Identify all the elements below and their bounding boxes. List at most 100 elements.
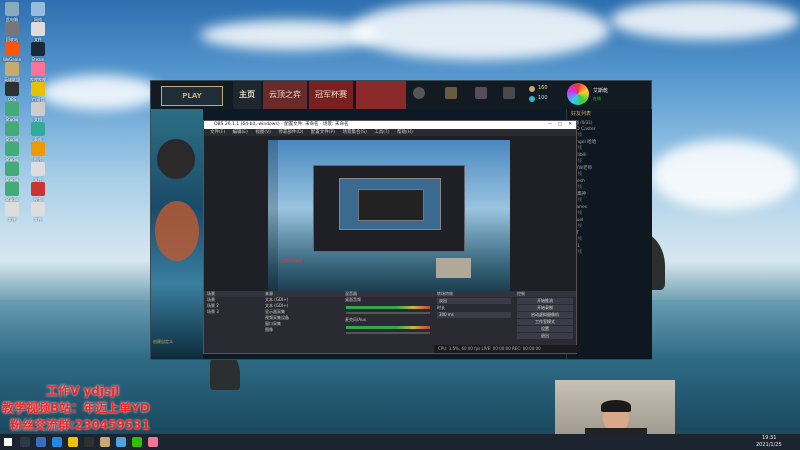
desktop-icon[interactable]: YY语音 bbox=[24, 82, 52, 102]
friend-item[interactable]: 1 鹰神 离线 bbox=[567, 192, 652, 204]
desktop-icon[interactable]: 哔哩哔哩 bbox=[24, 62, 52, 82]
desktop-icon[interactable]: OBS bbox=[0, 82, 26, 102]
friend-status: 离线 bbox=[573, 133, 582, 138]
desktop-icon[interactable]: 文件 bbox=[0, 202, 26, 222]
lol-taskbar-icon[interactable] bbox=[100, 437, 110, 447]
clock-time[interactable]: 19:31 bbox=[762, 435, 776, 441]
start-recording-button[interactable]: 开始录制 bbox=[517, 305, 573, 311]
desktop-icon[interactable]: WeGame bbox=[0, 42, 26, 62]
desktop-icon[interactable]: Studio bbox=[0, 182, 26, 202]
missions-icon[interactable] bbox=[503, 87, 515, 99]
friend-item[interactable]: Hanes 离线 bbox=[567, 205, 652, 217]
virtual-camera-button[interactable]: 启动虚拟摄像机 bbox=[517, 312, 573, 318]
friend-status: 离线 bbox=[573, 146, 582, 151]
desktop-icon[interactable]: 图片 bbox=[24, 142, 52, 162]
duration-input[interactable]: 300 ms bbox=[437, 312, 511, 318]
task-view-icon[interactable] bbox=[36, 437, 46, 447]
menu-scene-collection[interactable]: 场景集合(S) bbox=[342, 130, 366, 135]
taskbar: 19:31 2021/1/25 bbox=[0, 434, 800, 450]
tab-champions-cup[interactable]: 冠军杯赛 bbox=[309, 81, 353, 109]
nested-preview bbox=[339, 178, 441, 230]
webcam-feed bbox=[555, 380, 675, 440]
profile-avatar[interactable] bbox=[567, 83, 589, 105]
obs-taskbar-icon[interactable] bbox=[84, 437, 94, 447]
tab-home[interactable]: 主页 bbox=[233, 81, 261, 109]
studio-mode-button[interactable]: 工作室模式 bbox=[517, 319, 573, 325]
collection-icon[interactable] bbox=[445, 87, 457, 99]
event-banner[interactable] bbox=[356, 81, 406, 109]
qq-taskbar-icon[interactable] bbox=[116, 437, 126, 447]
maximize-button[interactable]: □ bbox=[558, 121, 562, 129]
menu-file[interactable]: 文件(F) bbox=[210, 130, 225, 135]
loot-icon[interactable] bbox=[475, 87, 487, 99]
desktop-app-icon bbox=[31, 142, 45, 156]
obs-preview[interactable]: 工作V ydjsjl bbox=[268, 140, 510, 293]
menu-docks[interactable]: 停靠部件(D) bbox=[278, 130, 303, 135]
start-windows-icon[interactable] bbox=[4, 438, 12, 446]
settings-button[interactable]: 设置 bbox=[517, 326, 573, 332]
search-icon[interactable] bbox=[20, 437, 30, 447]
desktop-icon[interactable]: Studio bbox=[0, 122, 26, 142]
friend-item[interactable]: AD Caster 离线 bbox=[567, 127, 652, 139]
close-button[interactable]: ✕ bbox=[568, 121, 572, 129]
scene-item[interactable]: 场景 3 bbox=[204, 309, 262, 315]
bilibili-taskbar-icon[interactable] bbox=[148, 437, 158, 447]
overlay-text-bilibili: 教学视频B站：年迈上单YD bbox=[2, 401, 150, 415]
friend-item[interactable]: x 1离线 bbox=[567, 244, 652, 256]
desktop-app-icon bbox=[31, 162, 45, 176]
desktop-icon[interactable]: 文件 bbox=[24, 162, 52, 182]
source-item[interactable]: 图像 bbox=[262, 327, 342, 333]
lol-bottom-label[interactable]: 创建自定义 bbox=[153, 339, 173, 345]
friends-list: AD Caster 离线 Angel 哈哈 离线 Bilibili 离线 YYW老师 离线 Fr… bbox=[567, 127, 652, 256]
edge-icon[interactable] bbox=[52, 437, 62, 447]
minimize-button[interactable]: — bbox=[548, 121, 553, 129]
desktop-icon[interactable]: Studio bbox=[0, 102, 26, 122]
tab-tft[interactable]: 云顶之弈 bbox=[263, 81, 307, 109]
desktop-icon[interactable]: 回收站 bbox=[0, 22, 26, 42]
friend-item[interactable]: Bilibili 离线 bbox=[567, 153, 652, 165]
wechat-taskbar-icon[interactable] bbox=[132, 437, 142, 447]
desktop-icon[interactable]: 视频 bbox=[24, 182, 52, 202]
file-explorer-icon[interactable] bbox=[68, 437, 78, 447]
desktop-icon[interactable]: Studio bbox=[0, 162, 26, 182]
store-icon[interactable] bbox=[413, 87, 425, 99]
desktop-icon[interactable]: 网络 bbox=[24, 2, 52, 22]
rp-icon bbox=[529, 86, 535, 92]
menu-view[interactable]: 视图(V) bbox=[255, 130, 271, 135]
desktop-icon[interactable]: 表格 bbox=[24, 122, 52, 142]
desktop-icon[interactable]: 此电脑 bbox=[0, 2, 26, 22]
menu-profile[interactable]: 配置文件(P) bbox=[311, 130, 335, 135]
clock-date[interactable]: 2021/1/25 bbox=[756, 442, 782, 448]
desktop-icon[interactable]: 文件 bbox=[24, 202, 52, 222]
nested-preview-inner bbox=[358, 189, 424, 221]
friend-item[interactable]: Quel 离线 bbox=[567, 218, 652, 230]
friend-item[interactable]: Fresh 离线 bbox=[567, 179, 652, 191]
friends-group[interactable]: 普通 (0/31) bbox=[567, 119, 652, 127]
be-icon bbox=[529, 96, 535, 102]
desktop-icon[interactable]: Steam bbox=[24, 42, 52, 62]
duration-label: 时长 bbox=[437, 305, 445, 310]
friend-item[interactable]: HT离线 bbox=[567, 231, 652, 243]
menu-help[interactable]: 帮助(H) bbox=[397, 130, 413, 135]
friend-item[interactable]: Angel 哈哈 离线 bbox=[567, 140, 652, 152]
mixer-dock: 混音器 桌面音频 麦克风/Aux bbox=[342, 291, 435, 353]
start-streaming-button[interactable]: 开始推流 bbox=[517, 298, 573, 304]
transition-select[interactable]: 淡出 bbox=[437, 298, 511, 304]
desktop-icon[interactable]: 英雄联盟 bbox=[0, 62, 26, 82]
volume-slider[interactable] bbox=[346, 332, 430, 334]
desktop-app-icon bbox=[31, 2, 45, 16]
menu-edit[interactable]: 编辑(E) bbox=[233, 130, 248, 135]
friend-item[interactable]: YYW老师 离线 bbox=[567, 166, 652, 178]
transitions-dock-title: 转场特效 bbox=[434, 291, 514, 297]
be-amount: 100 bbox=[538, 95, 548, 101]
menu-tools[interactable]: 工具(T) bbox=[374, 130, 389, 135]
desktop-app-icon bbox=[5, 142, 19, 156]
desktop-icon[interactable]: Studio bbox=[0, 142, 26, 162]
play-button[interactable]: PLAY bbox=[161, 86, 223, 106]
preview-desktop-icons bbox=[268, 140, 278, 293]
desktop-icon[interactable]: 文件 bbox=[24, 22, 52, 42]
volume-slider[interactable] bbox=[346, 312, 430, 314]
desktop-icon[interactable]: 文档 bbox=[24, 102, 52, 122]
exit-button[interactable]: 退出 bbox=[517, 333, 573, 339]
desktop-app-icon bbox=[5, 22, 19, 36]
